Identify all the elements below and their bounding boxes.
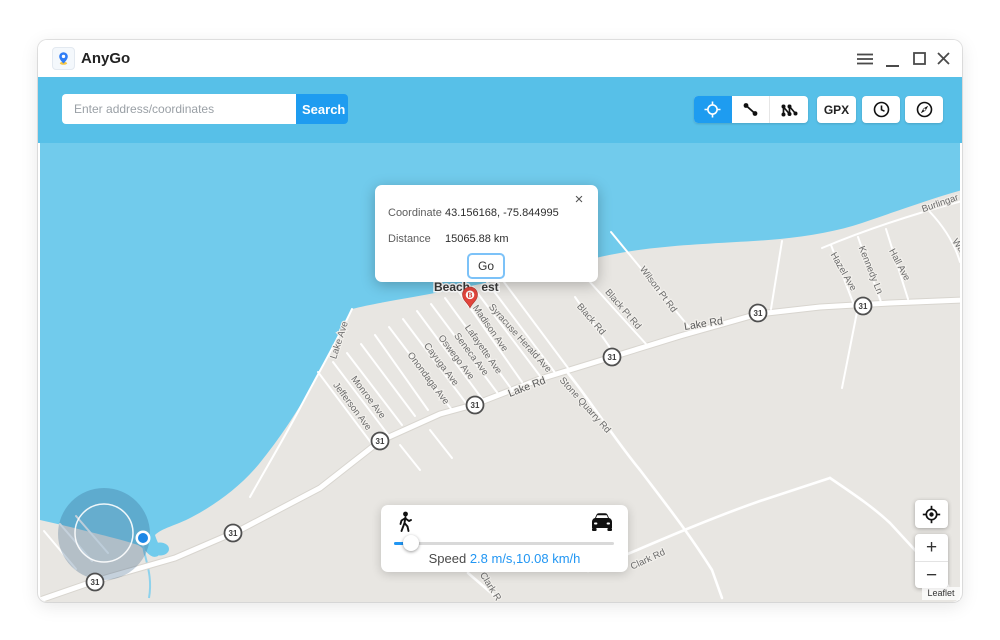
place-label: est bbox=[481, 280, 498, 294]
minimize-icon[interactable] bbox=[884, 55, 900, 70]
distance-label: Distance bbox=[388, 233, 431, 245]
go-button[interactable]: Go bbox=[467, 253, 505, 279]
speed-label: Speed bbox=[429, 551, 470, 566]
svg-text:B: B bbox=[467, 292, 472, 299]
current-location-dot[interactable] bbox=[136, 531, 151, 546]
app-title: AnyGo bbox=[81, 50, 130, 67]
teleport-mode-button[interactable] bbox=[694, 96, 732, 123]
coordinate-label: Coordinate bbox=[388, 207, 442, 219]
clock-icon bbox=[873, 101, 890, 118]
route-31-shield-text: 31 bbox=[859, 302, 868, 311]
zoom-in-button[interactable]: + bbox=[915, 534, 948, 561]
title-bar bbox=[38, 40, 962, 78]
route-31-shield-text: 31 bbox=[91, 578, 100, 587]
cooldown-button[interactable] bbox=[905, 96, 943, 123]
crosshair-icon bbox=[704, 101, 721, 118]
route-31-shield-text: 31 bbox=[471, 401, 480, 410]
speed-slider-track[interactable] bbox=[394, 542, 614, 545]
speed-value: 2.8 m/s,10.08 km/h bbox=[470, 551, 581, 566]
speed-slider-thumb[interactable] bbox=[403, 535, 419, 551]
locate-target-icon bbox=[922, 505, 941, 524]
menu-icon[interactable] bbox=[857, 51, 873, 66]
compass-icon bbox=[916, 101, 933, 118]
history-button[interactable] bbox=[862, 96, 900, 123]
gpx-button[interactable]: GPX bbox=[817, 96, 856, 123]
close-icon[interactable] bbox=[935, 51, 951, 66]
search-button[interactable]: Search bbox=[296, 94, 348, 124]
two-spot-route-mode-button[interactable] bbox=[732, 96, 770, 123]
route-31-shield-text: 31 bbox=[376, 437, 385, 446]
multi-spot-route-mode-button[interactable] bbox=[769, 96, 808, 123]
app-logo-icon bbox=[52, 47, 75, 70]
route-31-shield-text: 31 bbox=[754, 309, 763, 318]
multi-spot-route-icon bbox=[781, 103, 798, 117]
two-spot-route-icon bbox=[743, 102, 758, 117]
maximize-icon[interactable] bbox=[911, 51, 927, 66]
walking-person-icon bbox=[396, 511, 414, 538]
zoom-out-button[interactable]: − bbox=[915, 561, 948, 588]
car-icon bbox=[590, 512, 614, 537]
map-attribution[interactable]: Leaflet bbox=[922, 587, 960, 600]
search-input[interactable] bbox=[62, 94, 296, 124]
popup-close-icon[interactable]: × bbox=[571, 192, 587, 208]
distance-value: 15065.88 km bbox=[445, 233, 509, 245]
current-location-accuracy bbox=[58, 488, 150, 580]
locate-me-button[interactable] bbox=[915, 500, 948, 528]
route-31-shield-text: 31 bbox=[229, 529, 238, 538]
coordinate-value: 43.156168, -75.844995 bbox=[445, 207, 559, 219]
speed-readout: Speed 2.8 m/s,10.08 km/h bbox=[381, 551, 628, 566]
zoom-control: + − bbox=[915, 534, 948, 588]
mode-button-group bbox=[694, 96, 808, 123]
route-31-shield-text: 31 bbox=[608, 353, 617, 362]
map-pond bbox=[151, 543, 169, 556]
